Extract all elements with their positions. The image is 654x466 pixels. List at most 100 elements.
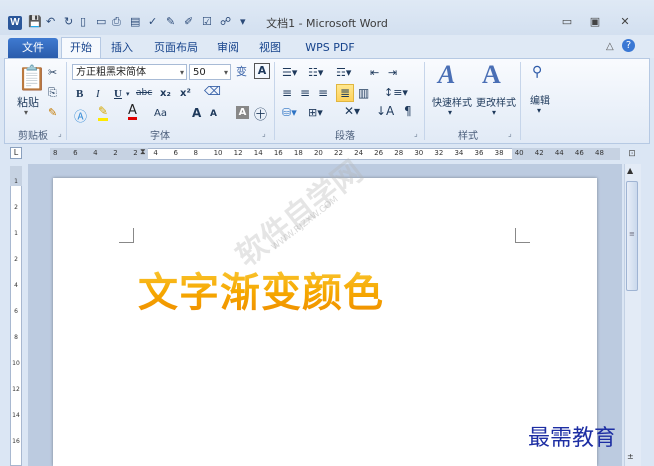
align-center-icon[interactable]: ≡ [300,86,310,100]
minimize-button[interactable]: ▭ [558,15,576,29]
subscript-button[interactable]: x₂ [160,88,171,99]
vertical-ruler-tick-label: 2 [14,256,18,263]
tab-view[interactable]: 视图 [254,38,286,58]
tab-selector-icon[interactable]: L [10,147,22,159]
scroll-more-icon[interactable]: ± [627,452,634,461]
chevron-down-icon[interactable]: ▾ [126,90,130,98]
distributed-icon[interactable]: ▥ [358,86,369,100]
vertical-ruler-tick-label: 12 [12,386,20,393]
font-size-combo[interactable]: 50 ▾ [189,64,231,80]
increase-indent-icon[interactable]: ⇥ [388,66,397,79]
indent-marker-icon[interactable]: ⧗ [140,147,146,157]
superscript-button[interactable]: x² [180,88,191,99]
tab-file[interactable]: 文件 [8,38,58,58]
strikethrough-button[interactable]: abc [136,88,152,98]
tab-wps-pdf[interactable]: WPS PDF [300,38,360,58]
align-right-icon[interactable]: ≡ [318,86,328,100]
ruler-tick-label: 2 [133,149,138,157]
character-border-icon[interactable]: A [254,63,270,79]
group-divider [424,62,425,140]
group-divider [66,62,67,140]
align-left-icon[interactable]: ≡ [282,86,292,100]
ruler-tick-label: 2 [113,149,118,157]
font-launcher-icon[interactable]: ⌟ [262,130,270,138]
enclose-characters-icon[interactable]: ㊉ [254,104,267,123]
numbering-icon[interactable]: ☷▾ [308,66,323,79]
bold-button[interactable]: B [76,88,83,100]
change-styles-icon[interactable]: A [482,60,501,90]
clipboard-launcher-icon[interactable]: ⌟ [58,130,66,138]
ruler-tick-label: 36 [474,149,484,157]
font-name-combo[interactable]: 方正粗黑宋简体 ▾ [72,64,187,80]
text-effects-icon[interactable]: Ⓐ [74,106,87,125]
multilevel-list-icon[interactable]: ☶▾ [336,66,351,79]
underline-button[interactable]: U [114,88,122,100]
chevron-down-icon[interactable]: ▾ [492,108,496,117]
grow-font-button[interactable]: A [192,106,201,120]
group-divider [274,62,275,140]
quick-styles-icon[interactable]: A [438,60,455,90]
help-icon[interactable]: ? [622,39,635,52]
ruler-tick-label: 8 [193,149,198,157]
vertical-ruler-tick-label: 6 [14,308,18,315]
change-case-button[interactable]: Aa [154,108,167,119]
vertical-ruler-tick-label: 2 [14,204,18,211]
scroll-up-icon[interactable]: ▲ [627,166,633,175]
bullets-icon[interactable]: ☰▾ [282,66,297,79]
tab-insert[interactable]: 插入 [106,38,138,58]
highlight-icon[interactable]: ✎ [98,104,109,121]
ruler-tick-label: 20 [313,149,323,157]
character-shading-icon[interactable]: A [236,106,249,119]
copy-icon[interactable]: ⎘ [48,86,57,100]
minimize-ribbon-icon[interactable]: △ [606,41,614,52]
close-button[interactable]: ✕ [616,15,634,29]
decrease-indent-icon[interactable]: ⇤ [370,66,379,79]
view-ruler-icon[interactable]: ⊡ [626,148,638,160]
editing-button[interactable]: 编辑 [526,92,554,107]
vertical-ruler-tick-label: 1 [14,230,18,237]
paragraph-launcher-icon[interactable]: ⌟ [414,130,422,138]
paste-icon[interactable]: 📋 [17,64,47,92]
vertical-ruler-tick-label: 1 [14,178,18,185]
borders-icon[interactable]: ⊞▾ [308,106,323,119]
ruler-tick-label: 44 [554,149,564,157]
chevron-down-icon: ▾ [179,68,184,77]
font-color-icon[interactable]: A [128,104,137,120]
ruler-tick-label: 4 [153,149,158,157]
clear-format-icon[interactable]: ⌫ [204,84,221,98]
thumb-grip-icon: ≡ [629,230,635,238]
tab-review[interactable]: 审阅 [212,38,244,58]
vertical-ruler [10,166,22,466]
show-marks-icon[interactable]: ¶ [404,104,412,118]
paste-dropdown-icon[interactable]: ▾ [24,108,28,117]
format-painter-icon[interactable]: ✎ [48,106,57,119]
styles-launcher-icon[interactable]: ⌟ [508,130,516,138]
ruler-tick-label: 30 [414,149,424,157]
change-styles-button[interactable]: 更改样式 [474,94,518,109]
quick-styles-button[interactable]: 快速样式 [430,94,474,109]
cut-icon[interactable]: ✂ [48,66,57,79]
vertical-ruler-tick-label: 10 [12,360,20,367]
justify-icon[interactable]: ≣ [336,84,354,102]
chevron-down-icon[interactable]: ▾ [537,106,541,115]
document-page[interactable] [53,178,597,466]
maximize-button[interactable]: ▣ [586,15,604,29]
gradient-heading[interactable]: 文字渐变颜色 [138,260,384,318]
font-size-value: 50 [193,67,206,78]
ruler-tick-label: 32 [434,149,444,157]
ruler-tick-label: 38 [494,149,504,157]
shading-icon[interactable]: ⛁▾ [282,106,297,119]
line-spacing-icon[interactable]: ↕≡▾ [384,86,408,99]
ruler-tick-label: 6 [73,149,78,157]
tab-page-layout[interactable]: 页面布局 [150,38,202,58]
sort-icon[interactable]: ↓A [376,104,394,118]
chevron-down-icon[interactable]: ▾ [448,108,452,117]
vertical-ruler-tick-label: 16 [12,438,20,445]
tab-home[interactable]: 开始 [61,37,101,59]
phonetic-guide-icon[interactable]: 变 [236,63,247,79]
ruler-tick-label: 10 [213,149,223,157]
italic-button[interactable]: I [96,88,100,100]
find-binoculars-icon[interactable]: ⚲ [532,64,542,80]
shrink-font-button[interactable]: A [210,109,217,119]
chinese-layout-icon[interactable]: ✕▾ [344,104,360,118]
